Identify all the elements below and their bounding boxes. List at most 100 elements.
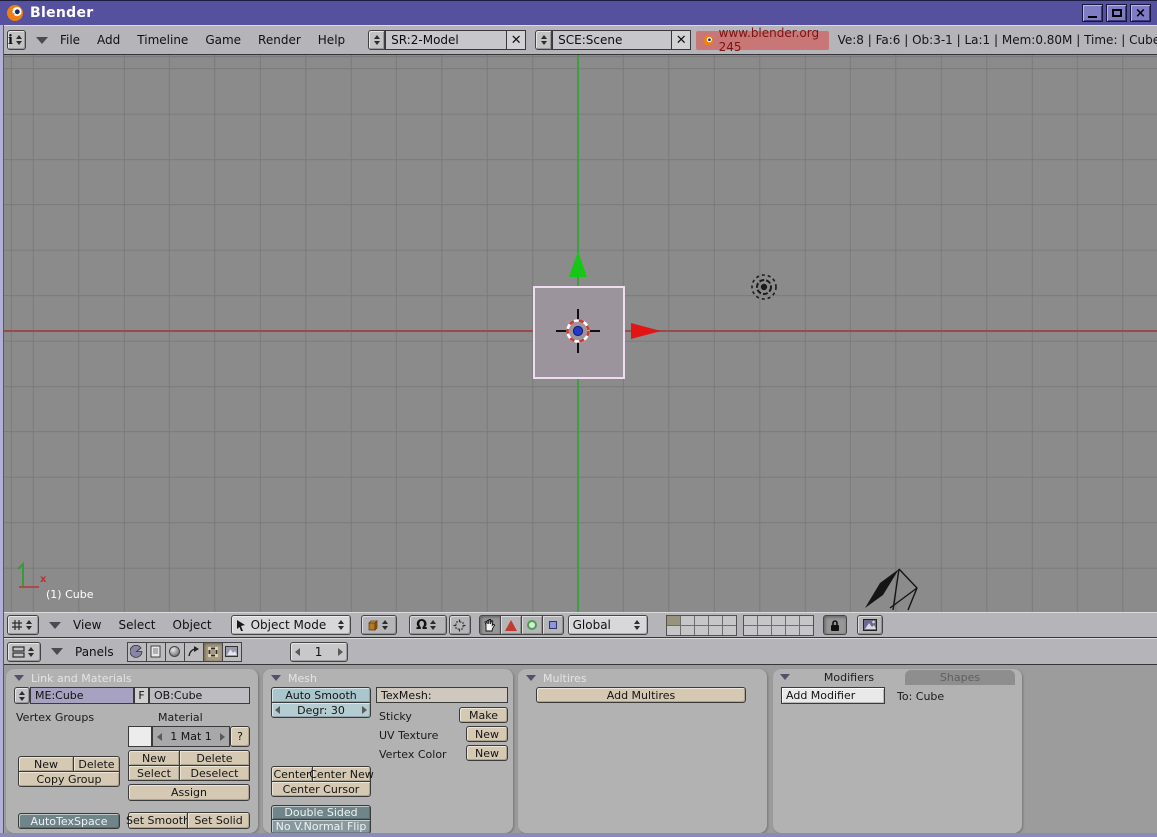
maximize-button[interactable] — [1106, 4, 1127, 22]
layer-button[interactable] — [800, 616, 813, 625]
buttons-workspace[interactable]: Link and Materials ME:Cube F OB:Cube Ver… — [0, 665, 1157, 837]
script-context-button[interactable] — [146, 642, 166, 662]
render-preview-button[interactable] — [857, 615, 883, 635]
material-color-swatch[interactable] — [128, 726, 152, 747]
increment-icon[interactable] — [338, 648, 343, 656]
set-smooth-button[interactable]: Set Smooth — [128, 812, 188, 829]
layer-button[interactable] — [681, 626, 694, 635]
layer-button[interactable] — [800, 626, 813, 635]
window-type-button[interactable]: i — [7, 30, 26, 50]
add-modifier-button[interactable]: Add Modifier — [781, 687, 885, 704]
shading-context-button[interactable] — [165, 642, 185, 662]
vgroup-new-button[interactable]: New — [18, 756, 74, 772]
draw-type-dropdown[interactable] — [361, 615, 397, 635]
mode-dropdown[interactable]: Object Mode — [231, 615, 351, 635]
menu-object[interactable]: Object — [173, 618, 212, 632]
mesh-browse-button[interactable] — [14, 687, 30, 704]
select-button[interactable]: Select — [128, 765, 180, 781]
mesh-name-field[interactable]: ME:Cube — [30, 687, 134, 704]
close-button[interactable]: × — [1130, 4, 1151, 22]
blender-org-badge[interactable]: www.blender.org 245 — [696, 31, 828, 50]
uv-new-button[interactable]: New — [466, 726, 508, 742]
pivot-dropdown[interactable]: Ω — [409, 615, 447, 635]
add-multires-button[interactable]: Add Multires — [536, 687, 746, 703]
tab-modifiers[interactable]: Modifiers — [795, 670, 903, 685]
autotexspace-toggle[interactable]: AutoTexSpace — [18, 813, 120, 829]
panel-collapse-icon[interactable] — [14, 675, 24, 681]
material-new-button[interactable]: New — [128, 750, 180, 766]
menu-add[interactable]: Add — [97, 33, 120, 47]
panel-collapse-icon[interactable] — [780, 674, 790, 680]
menu-timeline[interactable]: Timeline — [137, 33, 188, 47]
layer-button[interactable] — [744, 616, 757, 625]
layer-button[interactable] — [758, 616, 771, 625]
orientation-dropdown[interactable]: Global — [568, 615, 648, 635]
window-type-button[interactable] — [7, 642, 41, 662]
center-new-button[interactable]: Center New — [312, 766, 371, 782]
double-sided-toggle[interactable]: Double Sided — [271, 805, 371, 820]
scene-browse-button[interactable] — [535, 30, 552, 50]
header-collapse-icon[interactable] — [51, 648, 63, 655]
layer-button[interactable] — [709, 616, 722, 625]
texmesh-field[interactable]: TexMesh: — [376, 687, 508, 703]
menu-file[interactable]: File — [60, 33, 80, 47]
tab-shapes[interactable]: Shapes — [905, 670, 1015, 685]
vcol-new-button[interactable]: New — [466, 745, 508, 761]
layer-button[interactable] — [667, 616, 680, 625]
increment-icon[interactable] — [220, 733, 225, 741]
increment-icon[interactable] — [362, 706, 367, 714]
widget-z-arrow-icon[interactable] — [569, 251, 587, 277]
layer-button[interactable] — [744, 626, 757, 635]
copy-group-button[interactable]: Copy Group — [18, 771, 120, 787]
layer-button[interactable] — [709, 626, 722, 635]
layer-button[interactable] — [772, 616, 785, 625]
panel-collapse-icon[interactable] — [526, 675, 536, 681]
auto-smooth-toggle[interactable]: Auto Smooth — [271, 687, 371, 703]
window-type-button[interactable] — [7, 615, 39, 635]
center-button[interactable]: Center — [271, 766, 313, 782]
frame-number-field[interactable]: 1 — [290, 642, 348, 662]
assign-button[interactable]: Assign — [128, 784, 250, 801]
screen-delete-button[interactable]: ✕ — [507, 30, 526, 50]
layer-button[interactable] — [786, 616, 799, 625]
header-collapse-icon[interactable] — [36, 37, 48, 44]
fake-user-button[interactable]: F — [134, 687, 149, 704]
material-number-field[interactable]: 1 Mat 1 — [152, 726, 230, 747]
menu-render[interactable]: Render — [258, 33, 301, 47]
scene-context-button[interactable] — [222, 642, 242, 662]
layer-button[interactable] — [695, 616, 708, 625]
decrement-icon[interactable] — [295, 648, 300, 656]
hand-tool-button[interactable] — [479, 615, 501, 635]
layer-button[interactable] — [758, 626, 771, 635]
object-context-button[interactable] — [184, 642, 204, 662]
layer-button[interactable] — [667, 626, 680, 635]
lamp-object[interactable] — [749, 272, 779, 302]
material-delete-button[interactable]: Delete — [179, 750, 250, 766]
set-solid-button[interactable]: Set Solid — [187, 812, 250, 829]
scale-manipulator-button[interactable] — [542, 615, 564, 635]
layer-button[interactable] — [695, 626, 708, 635]
panels-menu[interactable]: Panels — [75, 645, 114, 659]
center-cursor-button[interactable]: Center Cursor — [271, 781, 371, 797]
minimize-button[interactable] — [1082, 4, 1103, 22]
object-name-field[interactable]: OB:Cube — [149, 687, 250, 704]
decrement-icon[interactable] — [275, 706, 280, 714]
layer-button[interactable] — [681, 616, 694, 625]
layer-button[interactable] — [786, 626, 799, 635]
material-help-button[interactable]: ? — [230, 726, 250, 747]
deselect-button[interactable]: Deselect — [179, 765, 250, 781]
screen-name-field[interactable]: SR:2-Model — [385, 30, 507, 50]
editing-context-button[interactable] — [203, 642, 223, 662]
layer-button[interactable] — [772, 626, 785, 635]
decrement-icon[interactable] — [157, 733, 162, 741]
rotate-manipulator-button[interactable] — [521, 615, 543, 635]
screen-browse-button[interactable] — [368, 30, 385, 50]
no-vnormal-flip-toggle[interactable]: No V.Normal Flip — [271, 819, 371, 834]
menu-view[interactable]: View — [73, 618, 101, 632]
layer-button[interactable] — [723, 616, 736, 625]
menu-help[interactable]: Help — [318, 33, 345, 47]
translate-manipulator-button[interactable] — [500, 615, 522, 635]
lock-layers-button[interactable] — [823, 615, 847, 635]
scene-name-field[interactable]: SCE:Scene — [552, 30, 672, 50]
manipulator-center-button[interactable] — [449, 615, 471, 635]
